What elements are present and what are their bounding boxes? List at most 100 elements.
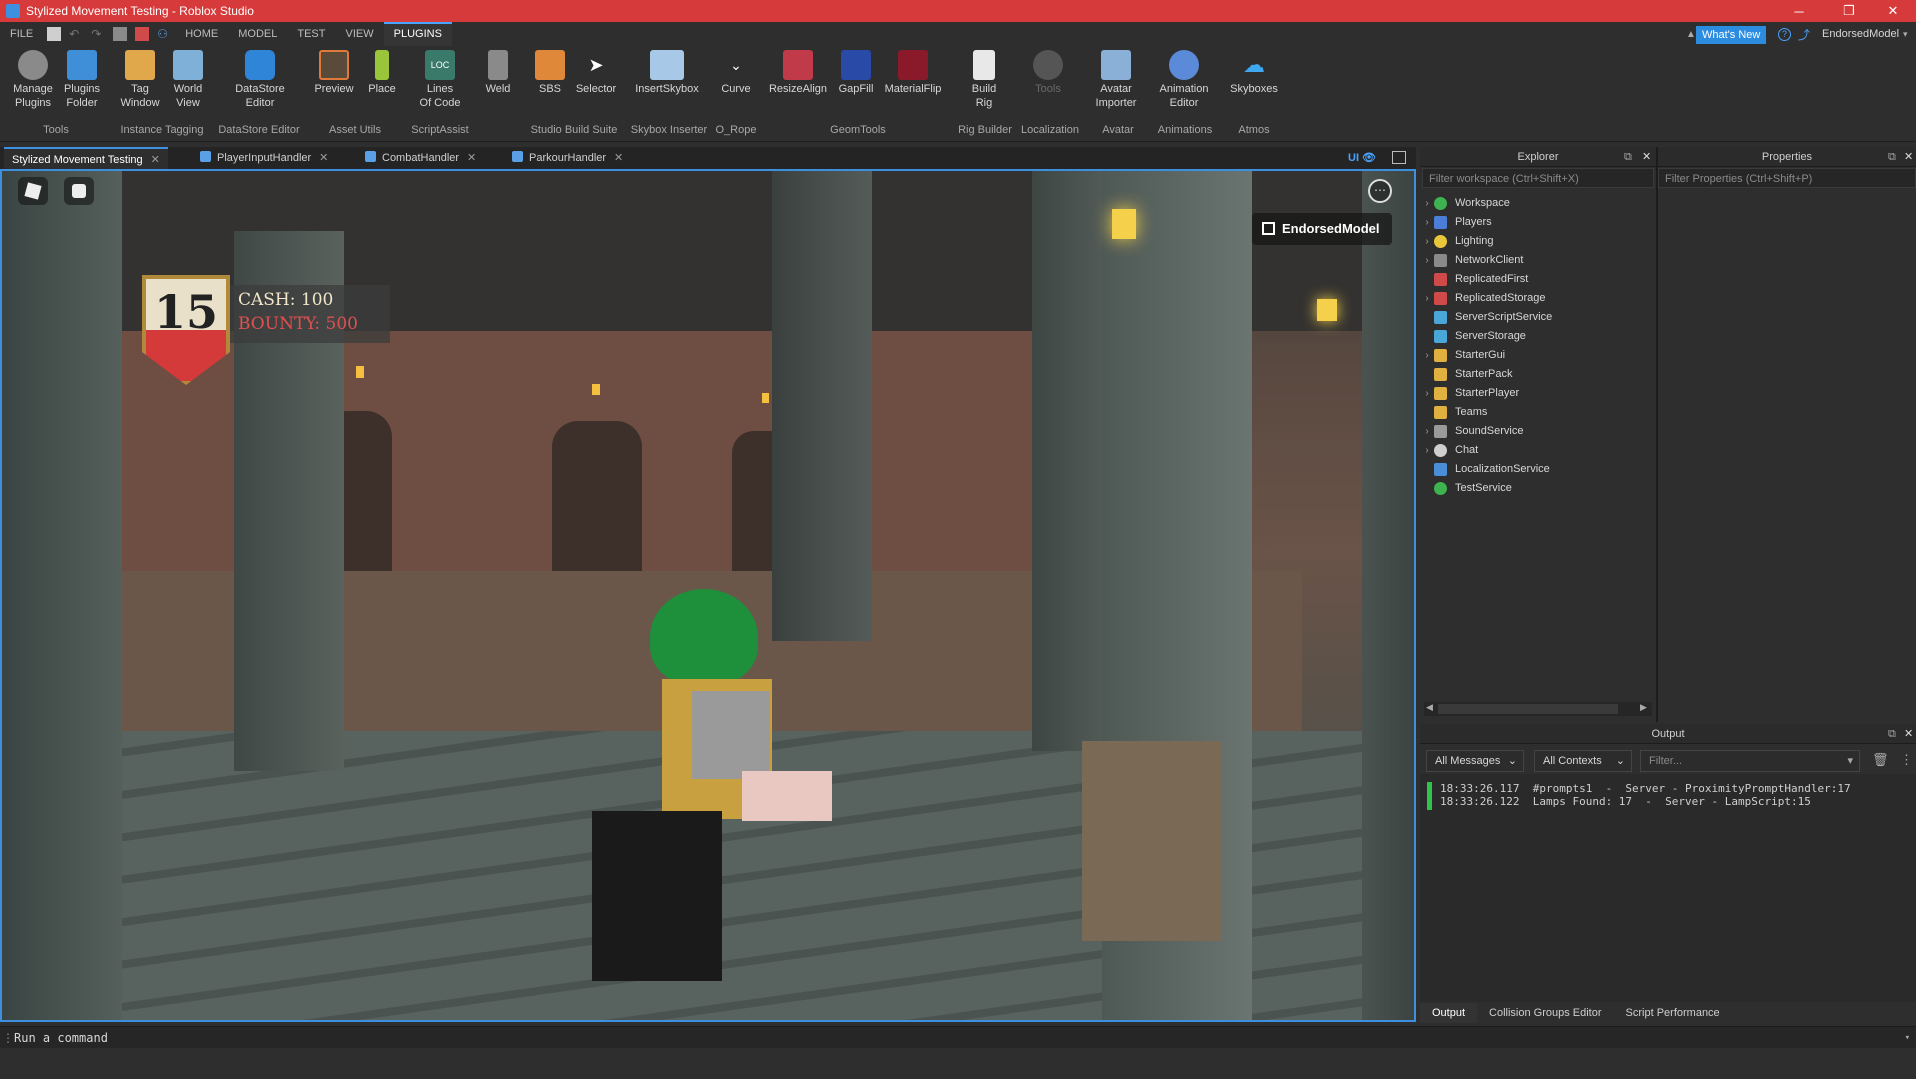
panel-divider[interactable] — [1656, 147, 1658, 722]
messages-filter-dropdown[interactable]: All Messages ⌄ — [1426, 750, 1524, 772]
explorer-item-teams[interactable]: Teams — [1420, 403, 1487, 422]
expand-arrow-icon[interactable]: › — [1420, 289, 1434, 308]
skyboxes-button[interactable]: ☁ Skyboxes — [1228, 50, 1280, 96]
tab-script-performance[interactable]: Script Performance — [1614, 1003, 1732, 1023]
plugins-folder-button[interactable]: Plugins Folder — [62, 50, 102, 110]
preview-button[interactable]: Preview — [312, 50, 356, 96]
command-bar[interactable]: ⋮ Run a command ▾ — [0, 1026, 1916, 1048]
expand-arrow-icon[interactable]: › — [1420, 422, 1434, 441]
expand-arrow-icon[interactable]: › — [1420, 251, 1434, 270]
explorer-horizontal-scrollbar[interactable]: ◀ ▶ — [1424, 702, 1652, 716]
animation-editor-button[interactable]: Animation Editor — [1156, 50, 1212, 110]
gapfill-button[interactable]: GapFill — [834, 50, 878, 96]
ui-visibility-toggle[interactable]: UI 👁 — [1348, 151, 1376, 164]
chat-button[interactable] — [64, 177, 94, 205]
resize-align-button[interactable]: ResizeAlign — [768, 50, 828, 96]
expand-arrow-icon[interactable]: › — [1420, 213, 1434, 232]
datastore-editor-button[interactable]: DataStore Editor — [232, 50, 288, 110]
selector-button[interactable]: ➤ Selector — [574, 50, 618, 96]
player-name-badge[interactable]: EndorsedModel — [1252, 213, 1392, 245]
drag-handle-icon[interactable]: ⋮ — [2, 1027, 14, 1049]
redo-icon[interactable]: ↷ — [91, 27, 105, 41]
explorer-item-starterplayer[interactable]: › StarterPlayer — [1420, 384, 1519, 403]
close-tab-icon[interactable]: ✕ — [614, 152, 623, 164]
output-more-icon[interactable]: ⋮ — [1900, 752, 1913, 768]
tab-collision-groups-editor[interactable]: Collision Groups Editor — [1477, 1003, 1614, 1023]
close-window-button[interactable]: ✕ — [1870, 0, 1916, 22]
material-flip-button[interactable]: MaterialFlip — [882, 50, 944, 96]
roblox-menu-button[interactable] — [18, 177, 48, 205]
scroll-left-icon[interactable]: ◀ — [1426, 702, 1433, 713]
collapse-ribbon-icon[interactable]: ▲ — [1686, 29, 1696, 40]
close-tab-icon[interactable]: ✕ — [319, 152, 328, 164]
explorer-item-replicatedstorage[interactable]: › ReplicatedStorage — [1420, 289, 1546, 308]
explorer-item-players[interactable]: › Players — [1420, 213, 1492, 232]
explorer-filter-input[interactable]: Filter workspace (Ctrl+Shift+X) — [1422, 168, 1654, 188]
world-view-button[interactable]: World View — [168, 50, 208, 110]
scroll-thumb[interactable] — [1438, 704, 1618, 714]
tag-window-button[interactable]: Tag Window — [118, 50, 162, 110]
undock-icon[interactable]: ⧉ — [1888, 147, 1896, 167]
explorer-item-replicatedfirst[interactable]: ReplicatedFirst — [1420, 270, 1528, 289]
device-emulator-icon[interactable] — [1392, 151, 1406, 164]
tab-parkour-handler[interactable]: ParkourHandler ✕ — [504, 147, 631, 169]
explorer-item-localizationservice[interactable]: LocalizationService — [1420, 460, 1550, 479]
localization-tools-button[interactable]: Tools — [1030, 50, 1066, 96]
close-panel-icon[interactable]: ✕ — [1642, 147, 1651, 167]
explorer-item-lighting[interactable]: › Lighting — [1420, 232, 1494, 251]
tab-stylized-movement-testing[interactable]: Stylized Movement Testing ✕ — [4, 147, 168, 169]
help-icon[interactable]: ? — [1778, 27, 1791, 41]
close-tab-icon[interactable]: ✕ — [151, 154, 160, 166]
output-filter-input[interactable]: Filter... ▾ — [1640, 750, 1860, 772]
whats-new-button[interactable]: What's New — [1696, 26, 1767, 44]
tab-output[interactable]: Output — [1420, 1003, 1478, 1023]
explorer-item-chat[interactable]: › Chat — [1420, 441, 1478, 460]
command-input[interactable]: Run a command — [14, 1031, 108, 1045]
user-name[interactable]: EndorsedModel — [1822, 28, 1899, 40]
restore-button[interactable]: ❐ — [1826, 0, 1872, 22]
file-menu[interactable]: FILE — [0, 22, 43, 46]
command-history-icon[interactable]: ▾ — [1905, 1027, 1910, 1049]
scroll-right-icon[interactable]: ▶ — [1640, 702, 1647, 713]
tab-player-input-handler[interactable]: PlayerInputHandler ✕ — [192, 147, 336, 169]
avatar-importer-button[interactable]: Avatar Importer — [1090, 50, 1142, 110]
minimize-button[interactable]: ─ — [1776, 0, 1822, 22]
manage-plugins-button[interactable]: Manage Plugins — [12, 50, 54, 110]
team-test-icon[interactable]: ⚇ — [157, 27, 171, 41]
user-dropdown-icon[interactable]: ▾ — [1903, 29, 1908, 40]
weld-button[interactable]: Weld — [480, 50, 516, 96]
tab-plugins[interactable]: PLUGINS — [383, 22, 452, 46]
build-rig-button[interactable]: Build Rig — [964, 50, 1004, 110]
explorer-item-soundservice[interactable]: › SoundService — [1420, 422, 1524, 441]
explorer-item-workspace[interactable]: › Workspace — [1420, 194, 1510, 213]
tab-view[interactable]: VIEW — [335, 22, 383, 46]
expand-arrow-icon[interactable]: › — [1420, 384, 1434, 403]
close-panel-icon[interactable]: ✕ — [1904, 724, 1913, 744]
insert-skybox-button[interactable]: InsertSkybox — [632, 50, 702, 96]
expand-arrow-icon[interactable]: › — [1420, 232, 1434, 251]
explorer-item-serverstorage[interactable]: ServerStorage — [1420, 327, 1526, 346]
undock-icon[interactable]: ⧉ — [1624, 147, 1632, 167]
contexts-filter-dropdown[interactable]: All Contexts ⌄ — [1534, 750, 1632, 772]
stop-icon[interactable] — [135, 27, 150, 41]
game-viewport[interactable]: ⋯ EndorsedModel 15 CASH: 100 BOUNTY: 500 — [0, 169, 1416, 1022]
place-button[interactable]: Place — [364, 50, 400, 96]
explorer-item-serverscriptservice[interactable]: ServerScriptService — [1420, 308, 1552, 327]
explorer-item-networkclient[interactable]: › NetworkClient — [1420, 251, 1523, 270]
expand-arrow-icon[interactable]: › — [1420, 346, 1434, 365]
new-file-icon[interactable] — [47, 27, 62, 41]
tab-combat-handler[interactable]: CombatHandler ✕ — [357, 147, 484, 169]
explorer-item-startergui[interactable]: › StarterGui — [1420, 346, 1505, 365]
share-icon[interactable]: ⤴ — [1798, 26, 1810, 43]
undock-icon[interactable]: ⧉ — [1888, 724, 1896, 744]
expand-arrow-icon[interactable]: › — [1420, 194, 1434, 213]
explorer-item-starterpack[interactable]: StarterPack — [1420, 365, 1512, 384]
tab-home[interactable]: HOME — [175, 22, 228, 46]
undo-icon[interactable]: ↶ — [69, 27, 83, 41]
sbs-button[interactable]: SBS — [534, 50, 566, 96]
tab-test[interactable]: TEST — [287, 22, 335, 46]
properties-filter-input[interactable]: Filter Properties (Ctrl+Shift+P) — [1658, 168, 1916, 188]
tab-model[interactable]: MODEL — [228, 22, 287, 46]
close-tab-icon[interactable]: ✕ — [467, 152, 476, 164]
clear-output-icon[interactable]: 🗑 — [1872, 752, 1889, 768]
